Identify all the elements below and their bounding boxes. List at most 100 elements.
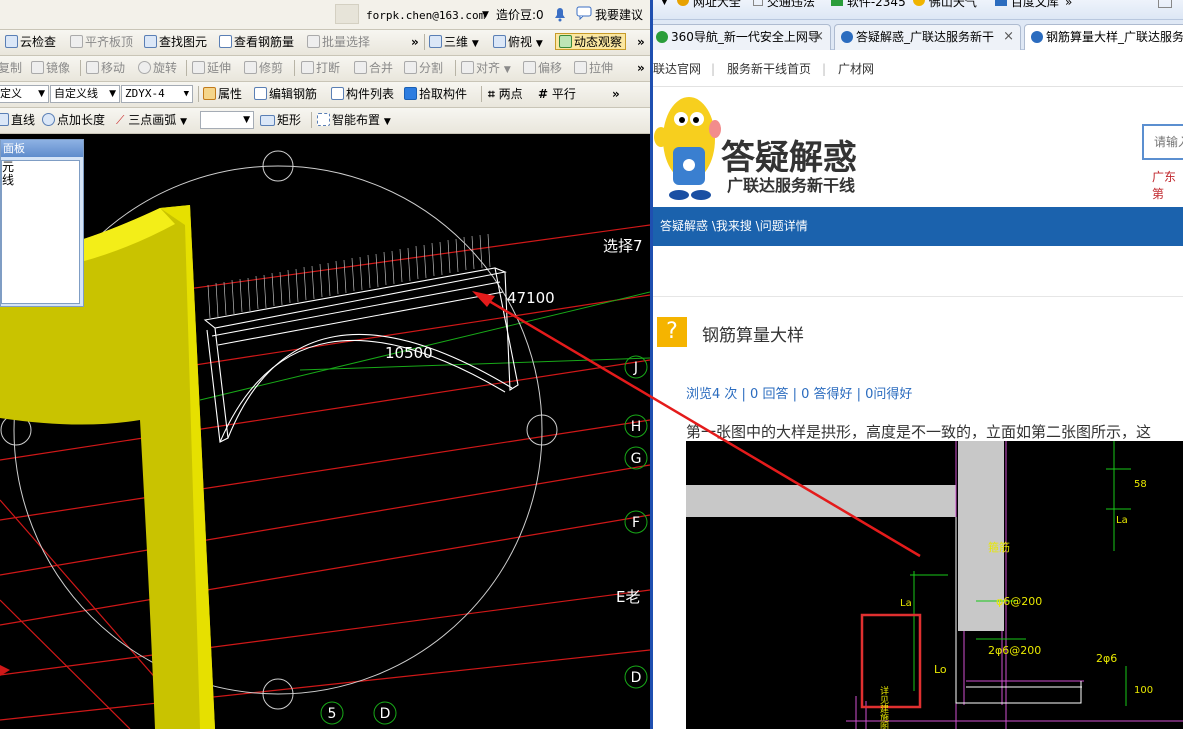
type-combo[interactable]: 定义 ▼ — [0, 85, 49, 103]
smart-layout-button[interactable]: 智能布置 ▼ — [317, 112, 391, 129]
stretch-button[interactable]: 拉伸 — [574, 60, 613, 77]
three-point-arc-label: 三点画弧 — [128, 113, 177, 127]
tab-label: 钢筋算量大样_广联达服务 — [1046, 30, 1183, 44]
move-button[interactable]: 移动 — [86, 60, 125, 77]
line-combo[interactable]: 自定义线 ▼ — [50, 85, 120, 103]
drawing-label: 2φ6@200 — [988, 644, 1041, 657]
merge-button[interactable]: 合并 — [354, 60, 393, 77]
tab-favicon — [1031, 31, 1043, 43]
trim-button[interactable]: 修剪 — [244, 60, 283, 77]
align-top-button[interactable]: 平齐板顶 — [70, 34, 133, 51]
extend-button[interactable]: 延伸 — [192, 60, 231, 77]
property-button[interactable]: 属性 — [203, 86, 242, 103]
find-element-button[interactable]: 查找图元 — [144, 34, 207, 51]
line-button[interactable]: 直线 — [0, 112, 35, 129]
favorite-label: 交通违法 — [766, 0, 815, 9]
favorite-item[interactable]: 软件-2345 — [831, 0, 906, 10]
account-email[interactable]: forpk.chen@163.com — [366, 7, 485, 24]
dropdown-arrow-icon[interactable]: ▼ — [482, 7, 489, 24]
component-list-button[interactable]: 构件列表 — [331, 86, 394, 103]
align-label: 对齐 — [476, 61, 501, 75]
favorite-item[interactable]: 佛山天气 — [913, 0, 977, 10]
two-points-button[interactable]: ⌗ 两点 — [488, 86, 523, 103]
view-3d-label: 三维 — [444, 35, 469, 49]
more-chevron[interactable]: » — [612, 86, 620, 103]
cad-drawing: 箍筋 φ6@200 2φ6@200 2φ6 La Lo 100 58 La 详见… — [686, 441, 1183, 729]
question-image[interactable]: 箍筋 φ6@200 2φ6@200 2φ6 La Lo 100 58 La 详见… — [686, 441, 1183, 729]
offset-button[interactable]: 偏移 — [523, 60, 562, 77]
dynamic-observe-button[interactable]: 动态观察 — [555, 33, 627, 50]
view-3d-button[interactable]: 三维 ▼ — [429, 34, 479, 51]
edit-rebar-button[interactable]: 编辑钢筋 — [254, 86, 317, 103]
favorite-item[interactable]: 网址大全 — [677, 0, 741, 10]
more-chevron[interactable]: » — [411, 34, 419, 51]
point-length-button[interactable]: 点加长度 — [42, 112, 105, 129]
drawing-canvas[interactable]: 47100 10500 选择7 E老 J H G F D 5 D — [0, 134, 650, 729]
panel-title[interactable]: 面板 — [1, 140, 83, 157]
close-icon[interactable]: × — [1003, 25, 1014, 49]
rectangle-button[interactable]: 矩形 — [260, 112, 301, 129]
grid-icon[interactable] — [1158, 0, 1172, 8]
align-button[interactable]: 对齐 ▼ — [461, 60, 511, 77]
cloud-check-button[interactable]: 云检查 — [5, 34, 56, 51]
suggest-link[interactable]: 我要建议 — [595, 7, 643, 24]
more-chevron[interactable]: » — [637, 34, 645, 51]
break-button[interactable]: 打断 — [301, 60, 340, 77]
arc-mode-combo[interactable]: ▼ — [200, 111, 254, 129]
edit-rebar-icon — [254, 87, 267, 100]
type-combo-value: 定义 — [0, 87, 22, 100]
tab-360-nav[interactable]: 360导航_新一代安全上网导 × — [653, 24, 831, 50]
grid-line — [0, 589, 650, 676]
axis-e-label: E老 — [616, 588, 640, 606]
chevron-down-icon: ▼ — [503, 65, 511, 75]
view-rebar-button[interactable]: 查看钢筋量 — [219, 34, 294, 51]
tab-favicon — [656, 31, 668, 43]
tab-rebar-detail[interactable]: 钢筋算量大样_广联达服务 — [1024, 24, 1183, 50]
close-icon[interactable]: × — [813, 25, 824, 49]
breadcrumb[interactable]: 答疑解惑 \我来搜 \问题详情 — [653, 207, 1183, 246]
smart-layout-label: 智能布置 — [332, 113, 381, 127]
chevron-down-icon: ▼ — [38, 89, 45, 99]
merge-icon — [354, 61, 367, 74]
bell-icon[interactable] — [553, 6, 567, 22]
favorite-label: 网址大全 — [692, 0, 741, 9]
question-stats[interactable]: 浏览4 次 | 0 回答 | 0 答得好 | 0问得好 — [686, 383, 912, 402]
rotate-button[interactable]: 旋转 — [138, 60, 177, 77]
more-chevron[interactable]: » — [637, 60, 645, 77]
arch-component[interactable] — [203, 267, 519, 443]
more-chevron[interactable]: » — [1065, 0, 1072, 10]
parallel-button[interactable]: # 平行 — [538, 86, 576, 103]
panel-body: 元 线 — [1, 160, 80, 304]
batch-select-icon — [307, 35, 320, 48]
chevron-down-icon[interactable]: ▼ — [661, 0, 668, 10]
mirror-button[interactable]: 镜像 — [31, 60, 70, 77]
extend-label: 延伸 — [207, 61, 232, 75]
copy-button[interactable]: 复制 — [0, 60, 22, 77]
three-point-arc-button[interactable]: ⟋ 三点画弧 ▼ — [116, 112, 187, 129]
align-icon — [461, 61, 474, 74]
red-highlight-box — [860, 613, 922, 709]
blank-box — [335, 4, 359, 24]
question-title: 钢筋算量大样 — [702, 326, 804, 346]
favorite-item[interactable]: 交通违法 — [753, 0, 815, 10]
top-view-button[interactable]: 俯视 ▼ — [493, 34, 543, 51]
batch-select-button[interactable]: 批量选择 — [307, 34, 370, 51]
nav-link-home[interactable]: 服务新干线首页 — [727, 51, 811, 87]
axis-label: D — [631, 670, 642, 686]
arch-rebar-line — [211, 281, 501, 337]
region-link[interactable]: 广东第 — [1152, 168, 1183, 202]
search-input[interactable] — [1142, 124, 1183, 160]
merge-label: 合并 — [369, 61, 394, 75]
pick-component-button[interactable]: 拾取构件 — [404, 86, 467, 103]
chat-icon[interactable] — [576, 6, 592, 21]
code-combo[interactable]: ZDYX-4 ▼ — [121, 85, 193, 103]
axis-label: J — [633, 360, 638, 376]
split-button[interactable]: 分割 — [404, 60, 443, 77]
tab-answers[interactable]: 答疑解惑_广联达服务新干 × — [834, 24, 1021, 50]
favorite-item[interactable]: 百度文库 — [995, 0, 1059, 10]
browser-window: ▼ 网址大全 交通违法 软件-2345 佛山天气 百度文库 » 360导航_新一… — [653, 0, 1183, 729]
floating-panel[interactable]: 面板 元 线 — [0, 139, 84, 307]
nav-link-official[interactable]: 联达官网 — [653, 51, 701, 87]
question-header: ? 钢筋算量大样 — [653, 296, 1183, 368]
nav-link-materials[interactable]: 广材网 — [838, 51, 874, 87]
